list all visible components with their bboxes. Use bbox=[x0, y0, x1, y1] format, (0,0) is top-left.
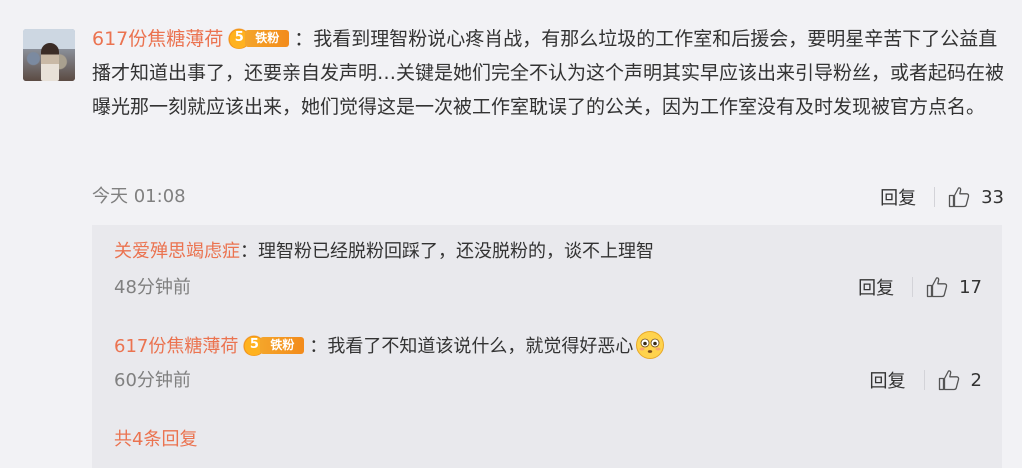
replies-box: 关爱殚思竭虑症：理智粉已经脱粉回踩了，还没脱粉的，谈不上理智 48分钟前 回复 … bbox=[92, 225, 1002, 468]
like-count: 2 bbox=[970, 369, 982, 391]
reply-actions: 回复 2 bbox=[870, 365, 982, 395]
thumbs-up-icon[interactable] bbox=[937, 368, 961, 392]
reply-time: 60分钟前 bbox=[114, 370, 191, 391]
reply-button[interactable]: 回复 bbox=[880, 184, 916, 210]
main-comment-meta: 今天 01:08 回复 33 bbox=[92, 182, 1004, 212]
comment-actions: 回复 33 bbox=[880, 182, 1004, 212]
reply-time: 48分钟前 bbox=[114, 277, 191, 298]
reply-text: 理智粉已经脱粉回踩了，还没脱粉的，谈不上理智 bbox=[258, 241, 654, 262]
reply-button[interactable]: 回复 bbox=[858, 274, 894, 300]
fan-badge: 5 铁粉 bbox=[227, 27, 291, 49]
reply-actions: 回复 17 bbox=[858, 272, 982, 302]
flushed-face-icon bbox=[636, 331, 665, 359]
reply-username[interactable]: 617份焦糖薄荷 bbox=[114, 336, 238, 357]
comment-time: 今天 01:08 bbox=[92, 186, 186, 207]
reply-item: 关爱殚思竭虑症：理智粉已经脱粉回踩了，还没脱粉的，谈不上理智 48分钟前 回复 … bbox=[114, 237, 982, 301]
reply-button[interactable]: 回复 bbox=[870, 367, 906, 393]
more-replies-link[interactable]: 共4条回复 bbox=[114, 427, 197, 453]
avatar[interactable] bbox=[23, 29, 75, 81]
comment-thread: 617份焦糖薄荷 5 铁粉 ：我看到理智粉说心疼肖战，有那么垃圾的工作室和后援会，要明… bbox=[0, 0, 1022, 468]
fan-badge-label: 铁粉 bbox=[260, 337, 305, 354]
divider bbox=[923, 370, 925, 390]
comment-username[interactable]: 617份焦糖薄荷 bbox=[92, 28, 223, 50]
divider bbox=[934, 187, 936, 207]
reply-username[interactable]: 关爱殚思竭虑症 bbox=[114, 241, 240, 262]
like-count: 33 bbox=[981, 186, 1004, 208]
thumbs-up-icon[interactable] bbox=[947, 185, 971, 209]
fan-badge: 5 铁粉 bbox=[242, 334, 306, 356]
thumbs-up-icon[interactable] bbox=[925, 275, 949, 299]
divider bbox=[912, 277, 914, 297]
reply-text: 我看了不知道该说什么，就觉得好恶心 bbox=[327, 336, 634, 357]
main-comment: 617份焦糖薄荷 5 铁粉 ：我看到理智粉说心疼肖战，有那么垃圾的工作室和后援会，要明… bbox=[92, 27, 1005, 118]
like-count: 17 bbox=[959, 276, 982, 298]
fan-badge-label: 铁粉 bbox=[245, 30, 290, 47]
reply-item: 617份焦糖薄荷 5 铁粉 ：我看了不知道该说什么，就觉得好恶心 60分钟前 回复 bbox=[114, 330, 982, 394]
